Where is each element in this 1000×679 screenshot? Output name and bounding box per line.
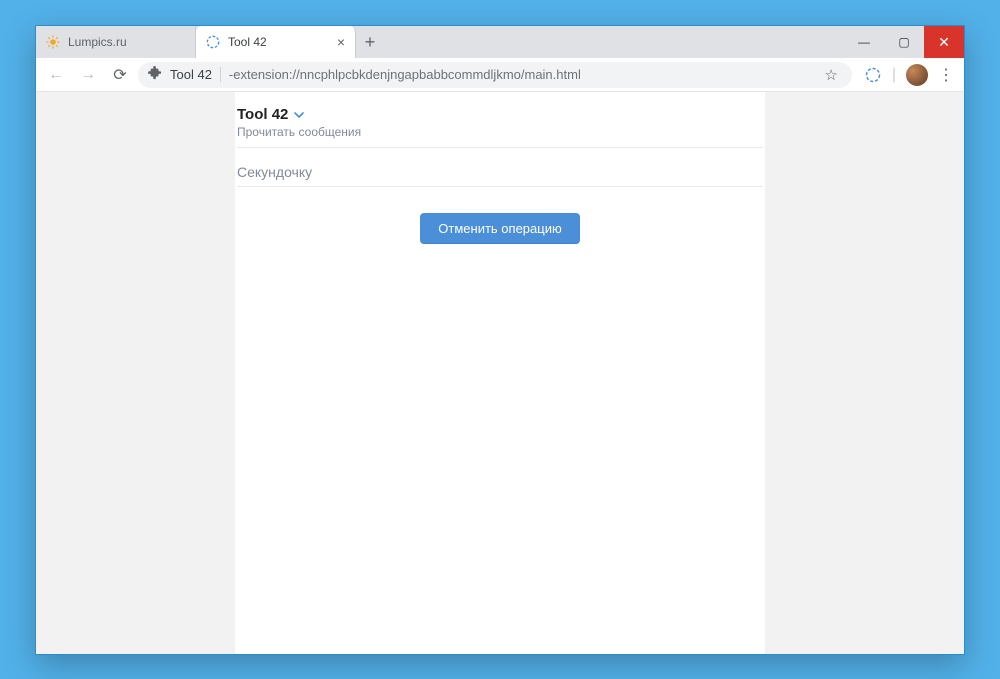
tool42-extension-icon[interactable] [864,66,882,84]
tab-lumpics[interactable]: Lumpics.ru [36,26,196,58]
tab-tool42[interactable]: Tool 42 × [196,26,356,58]
minimize-button[interactable]: — [844,26,884,58]
arrow-right-icon: → [80,66,96,84]
page-title: Tool 42 [237,106,288,123]
viewport: Tool 42 Прочитать сообщения Секундочку О… [36,92,964,654]
cancel-operation-button[interactable]: Отменить операцию [420,213,579,244]
window-controls: — ▢ ✕ [844,26,964,58]
forward-button[interactable]: → [74,61,102,89]
plus-icon: + [365,32,376,53]
tab-title: Tool 42 [228,35,329,49]
maximize-button[interactable]: ▢ [884,26,924,58]
minimize-icon: — [858,35,870,49]
tab-title: Lumpics.ru [68,35,185,49]
maximize-icon: ▢ [898,35,909,49]
toolbar: ← → ⟳ Tool 42 -extension://nncphlpcbkden… [36,58,964,92]
page-content: Tool 42 Прочитать сообщения Секундочку О… [235,92,765,654]
reload-icon: ⟳ [113,65,126,85]
page-title-row[interactable]: Tool 42 [237,102,763,123]
tool42-icon [206,35,220,49]
puzzle-icon [148,66,162,83]
back-button[interactable]: ← [42,61,70,89]
new-tab-button[interactable]: + [356,26,384,58]
close-window-button[interactable]: ✕ [924,26,964,58]
tab-strip: Lumpics.ru Tool 42 × + — ▢ ✕ [36,26,964,58]
divider [237,147,763,148]
address-url: -extension://nncphlpcbkdenjngapbabbcommd… [220,67,581,82]
address-bar[interactable]: Tool 42 -extension://nncphlpcbkdenjngapb… [138,62,852,88]
status-text: Секундочку [237,164,763,187]
profile-avatar[interactable] [906,64,928,86]
close-icon: ✕ [938,34,950,51]
bookmark-star-icon[interactable]: ☆ [824,66,841,84]
chevron-down-icon [294,110,304,120]
menu-button[interactable]: ⋮ [938,65,954,85]
close-icon[interactable]: × [337,35,345,49]
browser-window: Lumpics.ru Tool 42 × + — ▢ ✕ ← → ⟳ Tool … [35,25,965,655]
reload-button[interactable]: ⟳ [106,61,134,89]
toolbar-actions: | ⋮ [856,64,958,86]
sun-icon [46,35,60,49]
arrow-left-icon: ← [48,66,64,84]
address-extension-name: Tool 42 [170,67,212,82]
page-subtitle: Прочитать сообщения [237,125,763,139]
